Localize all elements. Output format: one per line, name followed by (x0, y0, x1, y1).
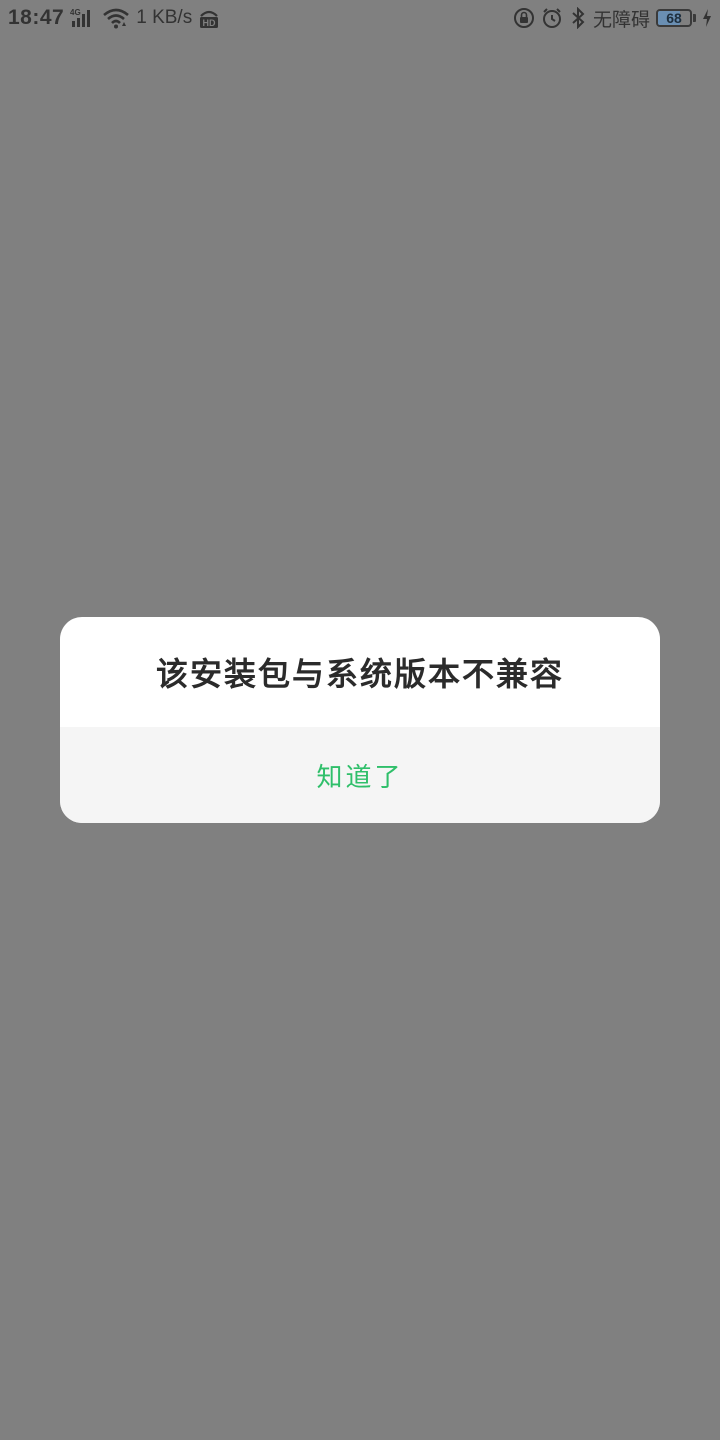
ok-button[interactable]: 知道了 (286, 747, 433, 804)
screen: 18:47 4G 1 KB/s HD 无障碍 68 该安装包与系统版本不兼容 知… (0, 0, 720, 1440)
battery-cap (693, 14, 696, 22)
battery-body: 68 (656, 9, 692, 27)
status-bar: 18:47 4G 1 KB/s HD 无障碍 68 (0, 0, 720, 36)
dialog-footer: 知道了 (60, 727, 660, 823)
wifi-icon (102, 7, 130, 29)
accessibility-label: 无障碍 (592, 8, 650, 31)
signal-icon: 4G (70, 7, 96, 29)
charging-icon (702, 7, 712, 29)
hd-label: HD (203, 18, 216, 28)
dialog-message: 该安装包与系统版本不兼容 (155, 655, 564, 693)
battery-icon: 68 (656, 9, 696, 27)
lock-rotation-icon (513, 7, 535, 29)
battery-level: 68 (666, 10, 682, 26)
bluetooth-icon (569, 7, 587, 29)
network-speed: 1 KB/s (136, 7, 193, 28)
incompatible-package-dialog: 该安装包与系统版本不兼容 知道了 (60, 617, 660, 823)
status-right: 无障碍 68 (513, 0, 712, 36)
status-left: 18:47 4G 1 KB/s HD (8, 0, 220, 36)
hd-icon: HD (198, 7, 220, 29)
alarm-icon (541, 7, 563, 29)
network-type-label: 4G (70, 8, 81, 17)
status-time: 18:47 (8, 6, 65, 29)
